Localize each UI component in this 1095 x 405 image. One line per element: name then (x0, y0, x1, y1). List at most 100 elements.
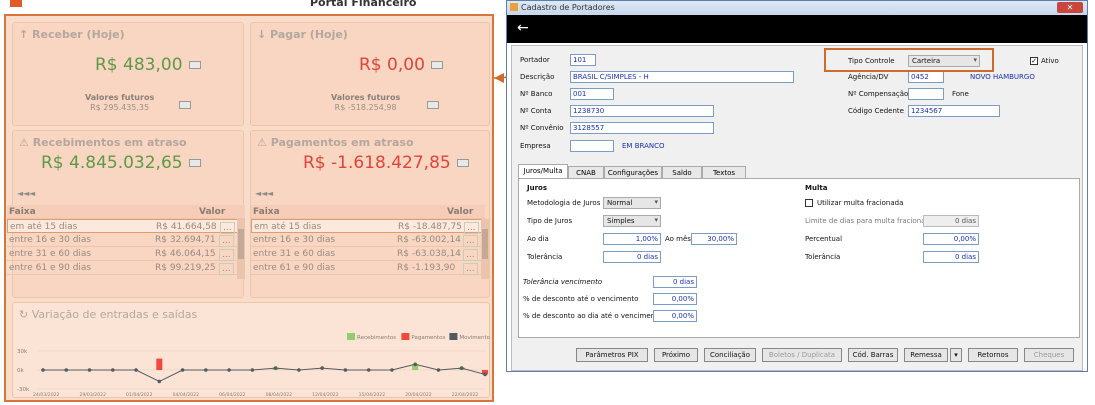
empresa-input[interactable] (570, 140, 614, 152)
percentual-input[interactable]: 0,00% (923, 233, 979, 245)
banco-label: Nº Banco (520, 90, 553, 98)
prev-page-icon[interactable]: ◄ (29, 189, 35, 198)
multa-tolerancia-input[interactable]: 0 dias (923, 251, 979, 263)
details-icon[interactable] (427, 101, 439, 109)
more-button[interactable]: ... (463, 263, 478, 275)
col-faixa[interactable]: Faixa (253, 207, 280, 217)
tipo-juros-select[interactable]: Simples ▾ (603, 215, 661, 227)
desc-dia-input[interactable]: 0,00% (653, 310, 697, 322)
movimento-point (273, 366, 278, 370)
remessa-button[interactable]: Remessa (904, 348, 948, 362)
cheques-button[interactable]: Cheques (1024, 348, 1074, 362)
receb-atraso-title: ⚠ Recebimentos em atraso (19, 136, 187, 149)
more-button[interactable]: ... (219, 263, 234, 275)
x-tick-label: 04/04/2022 (173, 392, 200, 398)
remessa-dropdown-button[interactable]: ▾ (950, 348, 962, 362)
y-tick-label: -30k (17, 387, 30, 393)
table-row[interactable]: em até 15 dias R$ 41.664,58... (7, 219, 245, 234)
details-icon[interactable] (456, 159, 469, 167)
conciliacao-button[interactable]: Conciliação (704, 348, 756, 362)
pagar-valores-futuros: Valores futuros R$ -518.254,98 (331, 93, 401, 112)
desc-venc-input[interactable]: 0,00% (653, 293, 697, 305)
cell-faixa: entre 31 e 60 dias (9, 249, 92, 259)
movimento-point (157, 379, 162, 384)
legend-swatch (401, 333, 410, 340)
close-button[interactable]: ✕ (1057, 2, 1083, 13)
conta-input[interactable]: 1238730 (570, 105, 714, 117)
ativo-checkbox[interactable]: ✓ (1030, 57, 1038, 65)
first-page-icon[interactable]: ◄◄ (255, 189, 267, 198)
metodologia-select[interactable]: Normal ▾ (603, 197, 661, 209)
cedente-input[interactable]: 1234567 (908, 105, 1000, 117)
variacao-chart: Recebimentos Pagamentos Movimento 30k 0k -30k… (17, 333, 491, 398)
descricao-input[interactable]: BRASIL C/SIMPLES - H (570, 71, 794, 83)
back-arrow-icon[interactable]: ← (517, 20, 529, 36)
x-tick-label: 15/04/2022 (359, 392, 386, 398)
col-valor[interactable]: Valor (199, 207, 225, 217)
table-row[interactable]: em até 15 dias R$ -18.487,75... (251, 219, 485, 234)
more-button[interactable]: ... (463, 249, 478, 261)
desc-venc-label: % de desconto até o vencimento (523, 295, 639, 303)
scroll-thumb[interactable] (482, 229, 488, 259)
cell-valor: R$ -63.038,14 (397, 249, 461, 259)
details-icon[interactable] (188, 61, 201, 69)
multa-fracionada-checkbox[interactable] (805, 199, 813, 207)
portal-title: Portal Financeiro (310, 0, 417, 9)
first-page-icon[interactable]: ◄◄ (17, 189, 29, 198)
retornos-button[interactable]: Retornos (968, 348, 1018, 362)
movimento-point (110, 368, 115, 372)
table-row[interactable]: entre 16 e 30 dias R$ 32.694,71... (7, 233, 245, 247)
table-row[interactable]: entre 31 e 60 dias R$ -63.038,14... (251, 247, 485, 261)
more-button[interactable]: ... (219, 235, 234, 247)
warning-icon: ⚠ (19, 136, 33, 149)
details-icon[interactable] (179, 101, 191, 109)
movimento-point (250, 368, 255, 372)
pagar-amount: R$ 0,00 (359, 55, 443, 75)
table-row[interactable]: entre 16 e 30 dias R$ -63.002,14... (251, 233, 485, 247)
scrollbar[interactable] (481, 219, 489, 279)
ao-mes-input[interactable]: 30,00% (691, 233, 737, 245)
pagar-hoje-card[interactable]: ↓ Pagar (Hoje) R$ 0,00 Valores futuros R$… (250, 22, 490, 126)
window-titlebar: Cadastro de Portadores ✕ (507, 1, 1087, 15)
scrollbar[interactable] (237, 219, 245, 279)
metodologia-label: Metodologia de Juros (527, 199, 601, 207)
table-row[interactable]: entre 61 e 90 dias R$ 99.219,25... (7, 261, 245, 275)
table-row[interactable]: entre 61 e 90 dias R$ -1.193,90... (251, 261, 485, 275)
ao-dia-input[interactable]: 1,00% (603, 233, 661, 245)
tab-juros-multa[interactable]: Juros/Multa (518, 164, 568, 179)
details-icon[interactable] (188, 159, 201, 167)
juros-tolerancia-input[interactable]: 0 dias (603, 251, 661, 263)
parametros-pix-button[interactable]: Parâmetros PIX (576, 348, 648, 362)
cell-valor: R$ 99.219,25 (155, 263, 216, 273)
proximo-button[interactable]: Próximo (654, 348, 698, 362)
details-icon[interactable] (430, 61, 443, 69)
dashboard-frame: ↑ Receber (Hoje) R$ 483,00 Valores futur… (4, 14, 494, 402)
banco-input[interactable]: 001 (570, 88, 614, 100)
limite-input[interactable]: 0 dias (923, 215, 979, 227)
movimento-point (64, 368, 69, 372)
tol-venc-input[interactable]: 0 dias (653, 276, 697, 288)
agencia-input[interactable]: 0452 (908, 71, 944, 83)
movimento-point (41, 368, 45, 372)
table-row[interactable]: entre 31 e 60 dias R$ 46.064,15... (7, 247, 245, 261)
col-valor[interactable]: Valor (447, 207, 473, 217)
boletos-duplicata-button[interactable]: Boletos / Duplicata (762, 348, 842, 362)
movimento-point (180, 368, 185, 372)
pagamentos-atraso-card[interactable]: ⚠ Pagamentos em atraso R$ -1.618.427,85 … (250, 130, 490, 298)
portador-input[interactable]: 101 (570, 54, 596, 66)
convenio-input[interactable]: 3128557 (570, 122, 714, 134)
cadastro-portadores-window: Cadastro de Portadores ✕ ← Portador 101 … (506, 0, 1088, 372)
cell-valor: R$ 32.694,71 (155, 235, 216, 245)
more-button[interactable]: ... (219, 249, 234, 261)
scroll-thumb[interactable] (238, 229, 244, 259)
col-faixa[interactable]: Faixa (9, 207, 36, 217)
prev-page-icon[interactable]: ◄ (267, 189, 273, 198)
more-button[interactable]: ... (463, 235, 478, 247)
compensacao-input[interactable] (908, 88, 944, 100)
cod-barras-button[interactable]: Cód. Barras (848, 348, 898, 362)
tipo-controle-highlight (824, 48, 994, 72)
receber-hoje-card[interactable]: ↑ Receber (Hoje) R$ 483,00 Valores futur… (12, 22, 244, 126)
tol-venc-label: Tolerância vencimento (523, 278, 603, 286)
limite-label: Limite de dias para multa fracionada (805, 217, 935, 225)
recebimentos-atraso-card[interactable]: ⚠ Recebimentos em atraso R$ 4.845.032,65… (7, 130, 245, 298)
